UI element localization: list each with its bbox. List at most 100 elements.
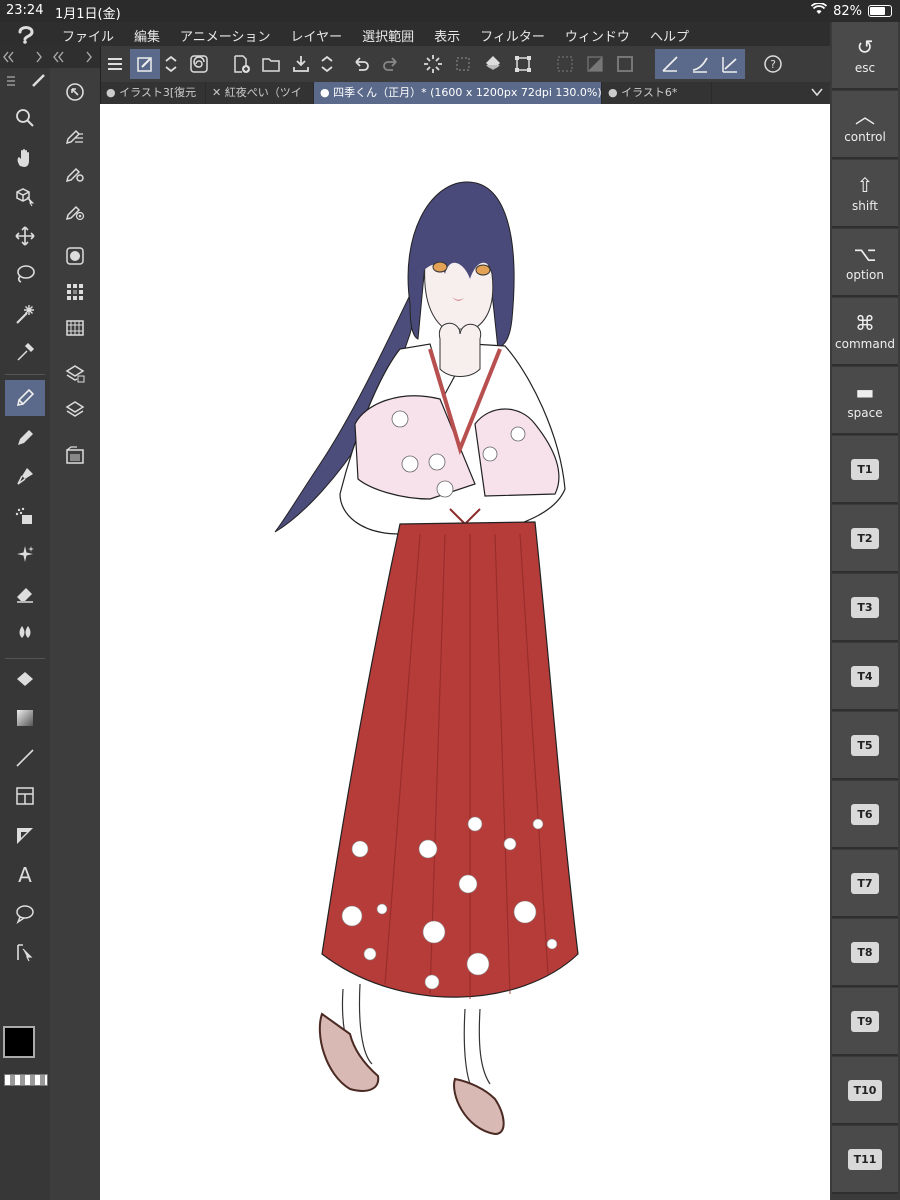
t5-key[interactable]: T5 <box>832 712 898 780</box>
tab-kouya[interactable]: ✕ 紅夜ぺい（ツイ <box>206 82 314 104</box>
transform-icon[interactable] <box>508 49 538 79</box>
tool-divider <box>5 374 45 375</box>
menu-edit[interactable]: 編集 <box>134 26 160 45</box>
t10-key[interactable]: T10 <box>832 1057 898 1125</box>
drawing-canvas[interactable] <box>100 104 830 1200</box>
zoom-icon[interactable] <box>5 100 45 136</box>
space-key[interactable]: ▬ space <box>832 367 898 435</box>
move-icon[interactable] <box>5 218 45 254</box>
shift-key[interactable]: ⇧ shift <box>832 160 898 228</box>
redo-icon[interactable] <box>376 49 406 79</box>
hands <box>438 322 482 377</box>
menu-file[interactable]: ファイル <box>62 26 114 45</box>
select-all-icon[interactable] <box>550 49 580 79</box>
save-icon[interactable] <box>286 49 316 79</box>
text-icon[interactable]: A <box>5 856 45 892</box>
sub-tool-icon[interactable] <box>55 118 95 154</box>
menu-bar: ファイル 編集 アニメーション レイヤー 選択範囲 表示 フィルター ウィンドウ… <box>0 22 830 46</box>
snap-grid-icon[interactable] <box>715 49 745 79</box>
t1-key-label: T1 <box>851 458 879 480</box>
brush-size-icon[interactable] <box>55 194 95 230</box>
tab-illust6[interactable]: ● イラスト6* <box>602 82 712 104</box>
t7-key[interactable]: T7 <box>832 850 898 918</box>
t8-key[interactable]: T8 <box>832 919 898 987</box>
t6-key[interactable]: T6 <box>832 781 898 849</box>
navigator-icon[interactable] <box>55 74 95 110</box>
transparent-color-swatch[interactable] <box>4 1074 48 1086</box>
menu-window[interactable]: ウィンドウ <box>565 26 630 45</box>
menu-animation[interactable]: アニメーション <box>180 26 270 45</box>
brush-icon[interactable] <box>5 458 45 494</box>
shift-key-label: shift <box>852 198 878 213</box>
decoration-icon[interactable] <box>5 536 45 572</box>
chevron-down-icon[interactable] <box>810 85 824 102</box>
color-swatches <box>0 1024 50 1086</box>
t1-key[interactable]: T1 <box>832 436 898 504</box>
gradient-icon[interactable] <box>5 700 45 736</box>
chevron-updown-icon[interactable] <box>160 49 182 79</box>
option-key[interactable]: ⌥ option <box>832 229 898 297</box>
invert-selection-icon[interactable] <box>580 49 610 79</box>
loading-spinner-icon[interactable] <box>418 49 448 79</box>
eraser-icon[interactable] <box>5 576 45 612</box>
fill-icon[interactable] <box>5 662 45 698</box>
magic-wand-icon[interactable] <box>5 296 45 332</box>
menu-selection[interactable]: 選択範囲 <box>362 26 414 45</box>
clear-selection-icon[interactable] <box>448 49 478 79</box>
pencil-icon[interactable] <box>5 420 45 456</box>
snap-ruler-icon[interactable] <box>655 49 685 79</box>
t7-key-label: T7 <box>851 872 879 894</box>
menu-layer[interactable]: レイヤー <box>291 26 343 45</box>
timeline-icon[interactable] <box>55 310 95 346</box>
t8-key-label: T8 <box>851 941 879 963</box>
hand-icon[interactable] <box>5 140 45 176</box>
tab-illust3[interactable]: ● イラスト3[復元 <box>100 82 206 104</box>
frame-border-icon[interactable] <box>5 778 45 814</box>
tab-shiki-kun[interactable]: ● 四季くん（正月）* (1600 x 1200px 72dpi 130.0%) <box>314 82 602 104</box>
menu-help[interactable]: ヘルプ <box>650 26 689 45</box>
material-icon[interactable] <box>55 438 95 474</box>
new-canvas-icon[interactable] <box>226 49 256 79</box>
help-icon[interactable]: ? <box>758 49 788 79</box>
snap-special-ruler-icon[interactable] <box>685 49 715 79</box>
correct-line-icon[interactable] <box>5 934 45 970</box>
t9-key[interactable]: T9 <box>832 988 898 1056</box>
t11-key[interactable]: T11 <box>832 1126 898 1194</box>
color-wheel-icon[interactable] <box>55 238 95 274</box>
command-key-icon: ⌘ <box>855 310 875 335</box>
tool-property-icon[interactable] <box>55 156 95 192</box>
eyedropper-icon[interactable] <box>5 334 45 370</box>
layer-property-icon[interactable] <box>55 356 95 392</box>
lasso-icon[interactable] <box>5 256 45 292</box>
menu-filter[interactable]: フィルター <box>480 26 545 45</box>
esc-key[interactable]: ↺ esc <box>832 22 898 90</box>
t5-key-label: T5 <box>851 734 879 756</box>
selection-border-icon[interactable] <box>610 49 640 79</box>
figure-line-icon[interactable] <box>5 740 45 776</box>
t2-key[interactable]: T2 <box>832 505 898 573</box>
undo-icon[interactable] <box>346 49 376 79</box>
open-folder-icon[interactable] <box>256 49 286 79</box>
color-set-icon[interactable] <box>55 274 95 310</box>
hamburger-menu-icon[interactable] <box>100 49 130 79</box>
t3-key[interactable]: T3 <box>832 574 898 642</box>
t4-key[interactable]: T4 <box>832 643 898 711</box>
ruler-icon[interactable] <box>5 818 45 854</box>
app-logo-icon[interactable] <box>14 23 38 45</box>
object-select-icon[interactable] <box>5 178 45 214</box>
palette-header <box>0 46 50 68</box>
layers-icon[interactable] <box>55 392 95 428</box>
pen-icon[interactable] <box>5 380 45 416</box>
chevron-updown-icon-2[interactable] <box>316 49 338 79</box>
main-color-swatch[interactable] <box>3 1026 35 1058</box>
spiral-icon[interactable] <box>184 49 214 79</box>
balloon-icon[interactable] <box>5 896 45 932</box>
status-time: 23:24 <box>6 3 44 18</box>
control-key[interactable]: ︿ control <box>832 91 898 159</box>
edit-mode-icon[interactable] <box>130 49 160 79</box>
blend-icon[interactable] <box>5 614 45 650</box>
fill-bucket-icon[interactable] <box>478 49 508 79</box>
menu-view[interactable]: 表示 <box>434 26 460 45</box>
airbrush-icon[interactable] <box>5 498 45 534</box>
command-key[interactable]: ⌘ command <box>832 298 898 366</box>
